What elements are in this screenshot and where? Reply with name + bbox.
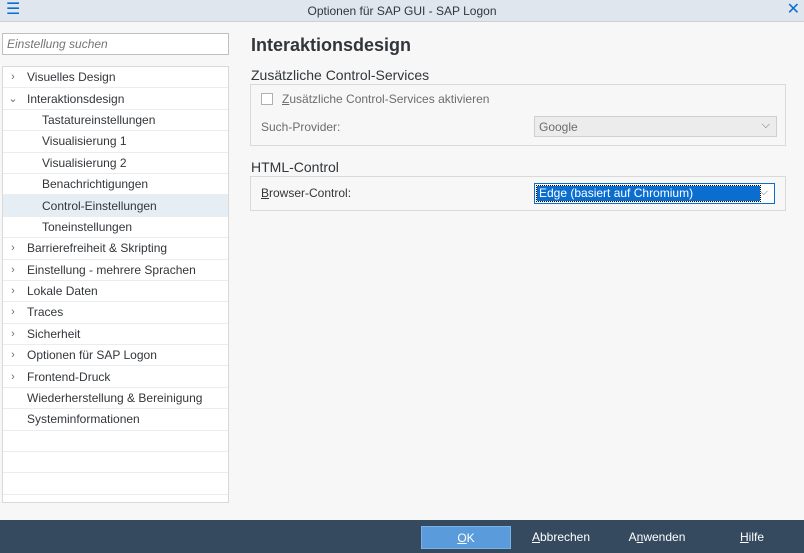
tree-item-optionen-sap-logon[interactable]: › Optionen für SAP Logon [3,345,228,367]
tree-item-label: Tastatureinstellungen [42,112,156,127]
tree-empty-row [3,473,228,495]
tree-item-label: Interaktionsdesign [27,91,125,106]
tree-item-label: Sicherheit [27,326,81,341]
page-title: Interaktionsdesign [251,35,412,55]
tree-item-label: Einstellung - mehrere Sprachen [27,262,196,277]
section-title-control-services: Zusätzliche Control-Services [251,67,430,83]
tree-item-visuelles-design[interactable]: › Visuelles Design [3,67,228,89]
tree-item-sicherheit[interactable]: › Sicherheit [3,324,228,346]
search-provider-value: Google [539,120,578,134]
tree-item-label: Frontend-Druck [27,369,111,384]
tree-item-visualisierung-2[interactable]: Visualisierung 2 [3,153,228,174]
tree-item-label: Visuelles Design [27,70,116,85]
chevron-right-icon[interactable]: › [3,349,23,361]
tree-item-systeminformationen[interactable]: Systeminformationen [3,409,228,431]
help-button[interactable]: Hilfe [730,526,774,549]
browser-control-label: Browser-Control: [261,186,352,200]
tree-item-control-einstellungen[interactable]: Control-Einstellungen [3,195,228,217]
tree-item-tastatureinstellungen[interactable]: Tastatureinstellungen [3,110,228,132]
search-provider-label: Such-Provider: [261,120,341,134]
chevron-right-icon[interactable]: › [3,264,23,276]
tree-item-label: Wiederherstellung & Bereinigung [27,391,203,406]
chevron-right-icon[interactable]: › [3,71,23,83]
chevron-down-icon[interactable]: ⌄ [3,92,23,105]
tree-item-toneinstellungen[interactable]: Toneinstellungen [3,217,228,239]
ok-button[interactable]: OK [421,526,511,549]
settings-search-input[interactable] [2,33,229,55]
chevron-right-icon[interactable]: › [3,328,23,340]
tree-item-label: Optionen für SAP Logon [27,348,157,363]
tree-item-label: Visualisierung 1 [42,134,127,149]
chevron-right-icon[interactable]: › [3,371,23,383]
tree-item-label: Control-Einstellungen [42,198,157,213]
window-title: Optionen für SAP GUI - SAP Logon [307,4,497,18]
control-services-group: Zusätzliche Control-Services aktivieren … [250,84,786,146]
close-icon[interactable]: ✕ [787,1,800,19]
chevron-down-icon[interactable]: ⌵ [762,119,770,132]
apply-button[interactable]: Anwenden [620,526,694,549]
tree-item-interaktionsdesign[interactable]: ⌄ Interaktionsdesign [3,88,228,110]
tree-item-label: Lokale Daten [27,284,98,299]
control-services-checkbox[interactable] [261,93,273,105]
chevron-down-icon[interactable]: ⌵ [760,186,768,199]
tree-item-lokale-daten[interactable]: › Lokale Daten [3,281,228,303]
tree-empty-row [3,452,228,474]
cancel-button[interactable]: Abbrechen [524,526,598,549]
title-bar: ☰ Optionen für SAP GUI - SAP Logon ✕ [0,0,804,22]
control-services-checkbox-label[interactable]: Zusätzliche Control-Services aktivieren [282,92,489,106]
chevron-right-icon[interactable]: › [3,242,23,254]
tree-item-label: Barrierefreiheit & Skripting [27,241,168,256]
tree-item-label: Benachrichtigungen [42,177,149,192]
settings-navigation: › Visuelles Design ⌄ Interaktionsdesign … [0,22,232,520]
tree-item-visualisierung-1[interactable]: Visualisierung 1 [3,131,228,153]
dialog-footer: OK Abbrechen Anwenden Hilfe [0,520,804,553]
settings-tree: › Visuelles Design ⌄ Interaktionsdesign … [2,66,229,503]
tree-empty-row [3,431,228,453]
tree-item-wiederherstellung[interactable]: Wiederherstellung & Bereinigung [3,388,228,410]
tree-item-label: Visualisierung 2 [42,155,127,170]
tree-item-frontend-druck[interactable]: › Frontend-Druck [3,366,228,388]
tree-item-label: Systeminformationen [27,412,140,427]
tree-item-barrierefreiheit[interactable]: › Barrierefreiheit & Skripting [3,238,228,260]
chevron-right-icon[interactable]: › [3,306,23,318]
tree-item-benachrichtigungen[interactable]: Benachrichtigungen [3,174,228,196]
html-control-group: Browser-Control: Edge (basiert auf Chrom… [250,176,786,211]
tree-item-label: Toneinstellungen [42,219,133,234]
tree-item-mehrere-sprachen[interactable]: › Einstellung - mehrere Sprachen [3,260,228,281]
settings-content: Interaktionsdesign Zusätzliche Control-S… [232,22,804,520]
browser-control-value: Edge (basiert auf Chromium) [536,185,761,202]
tree-item-label: Traces [27,305,64,320]
tree-item-traces[interactable]: › Traces [3,302,228,324]
browser-control-select[interactable]: Edge (basiert auf Chromium) ⌵ [534,183,775,204]
search-provider-select[interactable]: Google ⌵ [534,116,777,137]
section-title-html-control: HTML-Control [251,159,339,175]
chevron-right-icon[interactable]: › [3,285,23,297]
